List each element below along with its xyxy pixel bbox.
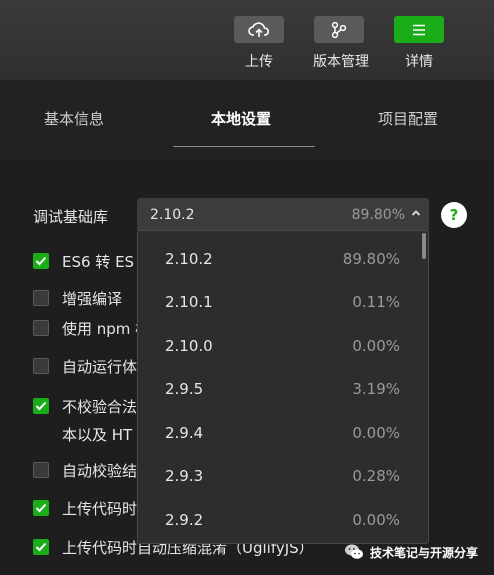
setting-auto-verify-label: 自动校验结 (62, 462, 138, 480)
upload-button[interactable] (234, 16, 284, 43)
setting-upload-code-label: 上传代码时 (62, 500, 138, 518)
checkbox-auto-run[interactable] (33, 358, 49, 374)
setting-enhance-label: 增强编译 (62, 290, 123, 308)
dropdown-option[interactable]: 2.9.3 0.28% (138, 455, 428, 498)
checkbox-enhance-compile[interactable] (33, 290, 49, 306)
details-button[interactable] (394, 16, 444, 43)
option-version: 2.9.5 (165, 380, 204, 398)
branch-icon (331, 21, 347, 38)
wechat-icon (345, 544, 363, 559)
checkbox-es6[interactable] (33, 253, 49, 269)
tab-project-config[interactable]: 项目配置 (378, 108, 438, 129)
dropdown-option[interactable]: 2.9.4 0.00% (138, 412, 428, 455)
watermark: 技术笔记与开源分享 (344, 541, 478, 563)
details-tool[interactable]: 详情 (393, 16, 445, 71)
option-percent: 89.80% (342, 250, 400, 268)
check-icon (35, 503, 47, 513)
option-percent: 0.11% (352, 293, 400, 311)
option-version: 2.9.4 (165, 424, 204, 442)
option-percent: 3.19% (352, 380, 400, 398)
option-version: 2.10.1 (165, 293, 213, 311)
checkbox-auto-verify[interactable] (33, 462, 49, 478)
setting-skip-check-label: 不校验合法 (62, 398, 138, 416)
version-dropdown[interactable]: 2.10.2 89.80% 2.10.1 0.11% 2.10.0 0.00% … (137, 230, 429, 544)
base-lib-select[interactable]: 2.10.2 89.80% (137, 198, 429, 232)
check-icon (35, 256, 47, 266)
dropdown-option[interactable]: 2.10.1 0.11% (138, 281, 428, 324)
version-tool[interactable]: 版本管理 (313, 16, 369, 71)
details-label: 详情 (405, 54, 433, 70)
help-icon[interactable]: ? (441, 202, 467, 228)
settings-tabs: 基本信息 本地设置 项目配置 (0, 80, 494, 160)
active-tab-indicator (173, 146, 315, 147)
option-version: 2.10.0 (165, 337, 213, 355)
setting-es6-label: ES6 转 ES (62, 253, 135, 271)
dropdown-scrollbar[interactable] (422, 233, 426, 259)
dropdown-option[interactable]: 2.9.2 0.00% (138, 499, 428, 542)
check-icon (35, 542, 47, 552)
option-version: 2.9.2 (165, 511, 204, 529)
option-percent: 0.00% (352, 424, 400, 442)
watermark-text: 技术笔记与开源分享 (370, 545, 479, 560)
option-percent: 0.28% (352, 467, 400, 485)
upload-label: 上传 (245, 54, 273, 70)
dropdown-option[interactable]: 2.10.2 89.80% (138, 238, 428, 281)
version-manage-label: 版本管理 (313, 54, 369, 70)
top-toolbar: 上传 版本管理 详情 (0, 0, 494, 80)
checkbox-upload-code[interactable] (33, 500, 49, 516)
dropdown-option[interactable]: 2.10.0 0.00% (138, 325, 428, 368)
option-percent: 0.00% (352, 511, 400, 529)
dropdown-option[interactable]: 2.9.5 3.19% (138, 368, 428, 411)
tab-basic-info[interactable]: 基本信息 (44, 108, 104, 129)
checkbox-skip-domain-check[interactable] (33, 398, 49, 414)
setting-auto-run-label: 自动运行体 (62, 358, 138, 376)
option-version: 2.9.3 (165, 467, 204, 485)
check-icon (35, 401, 47, 411)
option-percent: 0.00% (352, 337, 400, 355)
cloud-upload-icon (248, 21, 270, 37)
setting-skip-check-line2: 本以及 HT (62, 426, 133, 444)
base-lib-label: 调试基础库 (33, 208, 109, 226)
checkbox-npm[interactable] (33, 320, 49, 336)
option-version: 2.10.2 (165, 250, 213, 268)
selected-percent: 89.80% (351, 207, 405, 223)
selected-version: 2.10.2 (150, 207, 195, 223)
menu-icon (413, 24, 425, 35)
upload-tool[interactable]: 上传 (233, 16, 285, 71)
checkbox-uglify[interactable] (33, 539, 49, 555)
tab-local-settings[interactable]: 本地设置 (211, 108, 271, 129)
chevron-up-icon (411, 210, 421, 216)
version-manage-button[interactable] (314, 16, 364, 43)
